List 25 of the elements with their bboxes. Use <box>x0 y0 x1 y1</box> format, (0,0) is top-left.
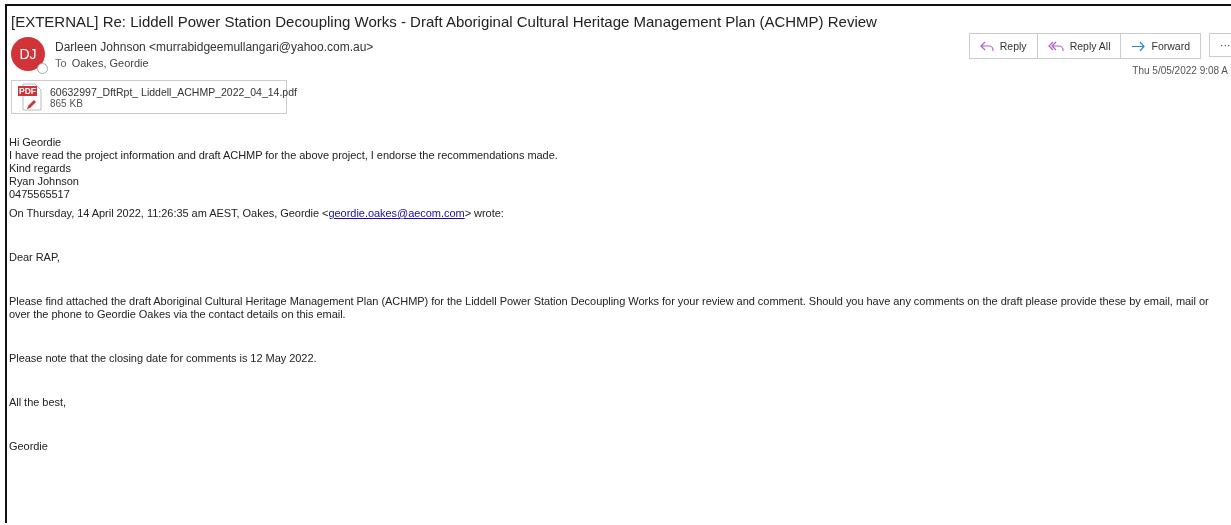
forward-icon <box>1131 40 1146 52</box>
to-label: To <box>55 56 67 69</box>
quote-header: On Thursday, 14 April 2022, 11:26:35 am AEST, Oakes, Geordie <geordie.oakes@aecom.com> wrote: <box>9 207 505 220</box>
body-text: Please find attached the draft Aboriginal Cultural Heritage Management Plan (ACHMP) for the Liddell Power Station Decoupling Works for your review and comment. Should you have any comments on the draft please provide these by email, mail or over the phone to Geordie Oakes via the contact details on this email. <box>9 295 1210 321</box>
more-button[interactable]: ··· <box>1209 33 1231 57</box>
recipient-name: Oakes, Geordie <box>71 56 149 69</box>
attachment-name: 60632997_DftRpt_ Liddell_ACHMP_2022_04_14.pdf <box>50 85 297 98</box>
body-text: Please note that the closing date for comments is 12 May 2022. <box>9 352 318 365</box>
reply-icon <box>979 40 994 52</box>
attachment-size: 865 KB <box>50 97 83 109</box>
body-text: I have read the project information and draft ACHMP for the above project, I endorse the recommendations made. <box>9 149 559 162</box>
presence-icon <box>37 63 48 74</box>
body-text: All the best, <box>9 396 67 409</box>
email-subject: [EXTERNAL] Re: Liddell Power Station Decoupling Works - Draft Aboriginal Cultural Heritage Management Plan (ACHMP) Review <box>10 12 878 30</box>
body-text: Geordie <box>9 440 49 453</box>
email-link[interactable]: geordie.oakes@aecom.com <box>328 207 465 219</box>
body-text: Ryan Johnson <box>9 175 80 188</box>
body-text: Hi Geordie <box>9 136 63 149</box>
reply-all-icon <box>1047 40 1064 52</box>
body-text: Dear RAP, <box>9 251 61 264</box>
body-text: 0475565517 <box>9 188 71 201</box>
email-timestamp: Thu 5/05/2022 9:08 A <box>1132 65 1228 76</box>
sender-name: Darleen Johnson <murrabidgeemullangari@yahoo.com.au> <box>55 39 374 54</box>
sender-avatar: DJ <box>11 37 45 71</box>
body-text: Kind regards <box>9 162 72 175</box>
